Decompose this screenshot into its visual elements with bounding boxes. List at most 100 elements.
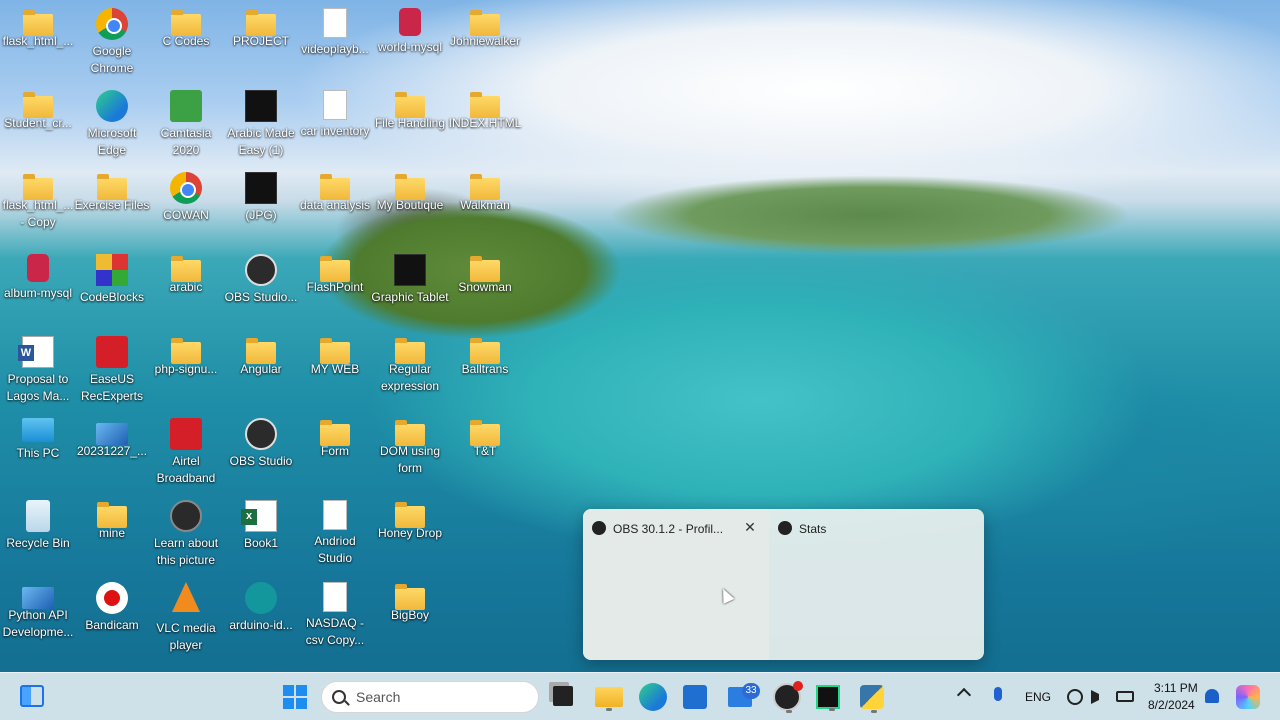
desktop-icon-20231227[interactable]: 20231227_... (75, 414, 149, 460)
desktop-icon-php-signup[interactable]: php-signu... (149, 332, 223, 378)
desktop-icon-proposal[interactable]: Proposal to Lagos Ma... (1, 332, 75, 405)
desktop-icon-t-and-t[interactable]: T&T (448, 414, 522, 460)
close-icon[interactable]: ✕ (741, 518, 759, 536)
notification-badge: 33 (742, 683, 760, 699)
desktop-icon-exercise-files[interactable]: Exercise Files (75, 168, 149, 214)
folder-icon (395, 584, 425, 610)
camtasia-icon (170, 90, 202, 122)
desktop-icon-johniewalker[interactable]: Johniewalker (448, 4, 522, 50)
database-icon (399, 8, 421, 36)
desktop-icon-arduino[interactable]: arduino-id... (224, 578, 298, 634)
file-icon (323, 90, 347, 120)
clock-time[interactable]: 3:11 PM (1154, 681, 1198, 695)
desktop-icon-vlc[interactable]: VLC media player (149, 578, 223, 654)
folder-icon (171, 256, 201, 282)
desktop-icon-album-mysql[interactable]: album-mysql (1, 250, 75, 302)
desktop-icon-my-boutique[interactable]: My Boutique (373, 168, 447, 214)
widgets-icon[interactable] (20, 685, 44, 707)
desktop-icon-file-handling[interactable]: File Handling (373, 86, 447, 132)
desktop-icon-my-web[interactable]: MY WEB (298, 332, 372, 378)
notification-bell-icon[interactable] (1205, 689, 1219, 703)
copilot-icon[interactable] (1236, 685, 1260, 709)
desktop-icon-student-cr[interactable]: Student_cr... (1, 86, 75, 132)
file-explorer-icon[interactable] (595, 687, 623, 711)
network-globe-icon[interactable] (1067, 689, 1083, 705)
desktop-icon-project[interactable]: PROJECT (224, 4, 298, 50)
desktop-icon-graphic-tablet[interactable]: Graphic Tablet (371, 250, 449, 306)
desktop-icon-angular[interactable]: Angular (224, 332, 298, 378)
desktop-icon-snowman[interactable]: Snowman (448, 250, 522, 296)
desktop-icon-bandicam[interactable]: Bandicam (75, 578, 149, 634)
desktop-icon-obs-studio[interactable]: OBS Studio (224, 414, 298, 470)
desktop-icon-honey-drop[interactable]: Honey Drop (373, 496, 447, 542)
chevron-up-icon[interactable] (956, 687, 972, 703)
battery-icon[interactable] (1116, 691, 1134, 702)
running-indicator (606, 708, 612, 711)
desktop-icon-andriod-studio[interactable]: Andriod Studio (298, 496, 372, 567)
clock-date[interactable]: 8/2/2024 (1148, 698, 1195, 712)
desktop-icon-google-chrome[interactable]: Google Chrome (75, 4, 149, 77)
pycharm-icon[interactable] (816, 685, 840, 711)
monitor-icon (22, 418, 54, 442)
desktop-icon-jpg[interactable]: (JPG) (224, 168, 298, 224)
volume-icon[interactable] (1091, 690, 1105, 704)
desktop-icon-codeblocks[interactable]: CodeBlocks (75, 250, 149, 306)
mail-icon[interactable]: 33 (728, 683, 760, 707)
desktop-icon-bigboy[interactable]: BigBoy (373, 578, 447, 624)
desktop-icon-world-mysql[interactable]: world-mysql (373, 4, 447, 56)
obs-icon (245, 418, 277, 450)
codeblocks-icon (96, 254, 128, 286)
microphone-icon[interactable] (994, 687, 1002, 701)
desktop-icon-c-codes[interactable]: C Codes (149, 4, 223, 50)
desktop-icon-data-analysis[interactable]: data analysis (298, 168, 372, 214)
search-box[interactable]: Search (321, 681, 539, 713)
desktop-icon-index-html[interactable]: INDEX.HTML (448, 86, 522, 132)
desktop-icon-learn-about-picture[interactable]: Learn about this picture (149, 496, 223, 569)
task-view-icon[interactable] (553, 686, 573, 706)
folder-icon (470, 420, 500, 446)
desktop-icon-balltrans[interactable]: Balltrans (448, 332, 522, 378)
obs-taskbar-icon[interactable] (773, 681, 803, 713)
desktop-icon-flashpoint[interactable]: FlashPoint (298, 250, 372, 296)
desktop-icon-form[interactable]: Form (298, 414, 372, 460)
preview-stats-window[interactable]: Stats (769, 509, 984, 660)
desktop-icon-arabic[interactable]: arabic (149, 250, 223, 296)
word-icon (18, 336, 54, 368)
desktop-icon-car-inventory[interactable]: car inventory (298, 86, 372, 140)
desktop-icon-dom-using-form[interactable]: DOM using form (373, 414, 447, 477)
start-button[interactable] (283, 685, 307, 709)
folder-icon (470, 256, 500, 282)
folder-icon (320, 420, 350, 446)
preview-obs-window[interactable]: OBS 30.1.2 - Profil... ✕ (583, 509, 769, 660)
desktop-icon-camtasia[interactable]: Camtasia 2020 (149, 86, 223, 159)
store-icon[interactable] (683, 685, 707, 709)
recycle-bin-icon (26, 500, 50, 532)
desktop-icon-walkman[interactable]: Walkman (448, 168, 522, 214)
desktop-icon-flask-html[interactable]: flask_html_... (1, 4, 75, 50)
desktop-icon-flask-html-copy[interactable]: flask_html_... - Copy (1, 168, 75, 231)
folder-icon (23, 10, 53, 36)
desktop-icon-cowan[interactable]: COWAN (149, 168, 223, 224)
desktop-icon-this-pc[interactable]: This PC (1, 414, 75, 462)
chrome-icon (96, 8, 128, 40)
obs-icon (778, 521, 792, 535)
desktop-icon-nasdaq[interactable]: NASDAQ - csv Copy... (298, 578, 372, 649)
desktop-icon-easeus[interactable]: EaseUS RecExperts (75, 332, 149, 405)
desktop-icon-arabic-made-easy[interactable]: Arabic Made Easy (1) (224, 86, 298, 159)
folder-icon (23, 174, 53, 200)
recorder-icon (96, 336, 128, 368)
desktop-icon-python-api[interactable]: Python API Developme... (1, 578, 75, 641)
python-icon[interactable] (860, 685, 884, 713)
taskbar: Search 33 ENG 3:11 PM 8/2/2024 (0, 672, 1280, 720)
desktop-icon-videoplayb[interactable]: videoplayb... (298, 4, 372, 58)
edge-taskbar-icon[interactable] (639, 683, 667, 711)
desktop-icon-obs-studio-shortcut[interactable]: OBS Studio... (224, 250, 298, 306)
desktop-icon-book1[interactable]: Book1 (224, 496, 298, 552)
desktop-icon-microsoft-edge[interactable]: Microsoft Edge (75, 86, 149, 159)
desktop-icon-regular-expression[interactable]: Regular expression (373, 332, 447, 395)
language-indicator[interactable]: ENG (1025, 690, 1051, 704)
desktop-icon-recycle-bin[interactable]: Recycle Bin (1, 496, 75, 552)
folder-icon (246, 338, 276, 364)
desktop-icon-mine[interactable]: mine (75, 496, 149, 542)
desktop-icon-airtel[interactable]: Airtel Broadband (149, 414, 223, 487)
